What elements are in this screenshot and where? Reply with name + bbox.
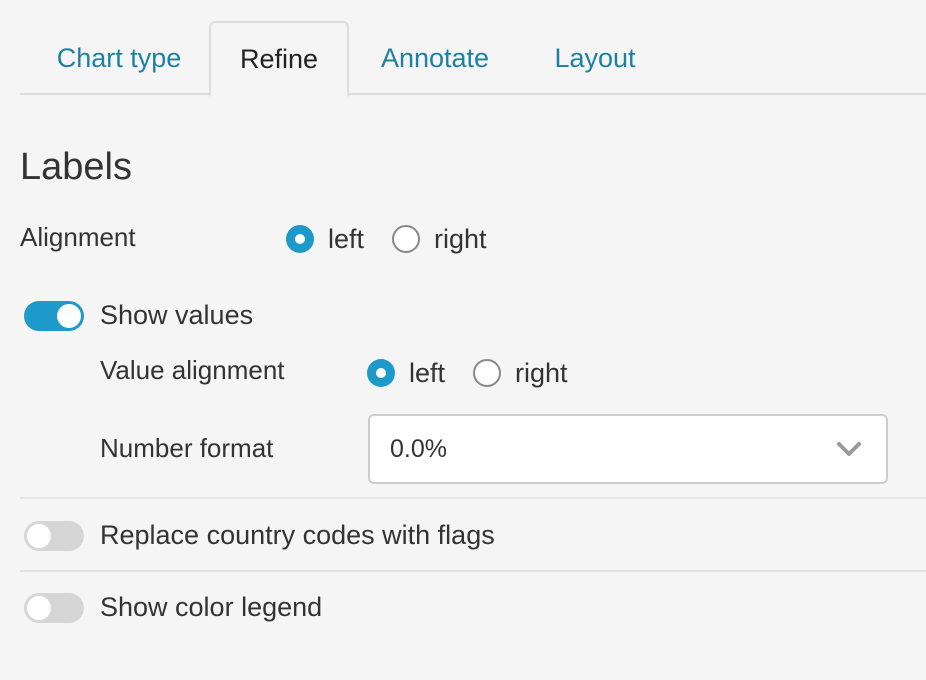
show-values-toggle[interactable] bbox=[24, 301, 84, 331]
tab-bar: Chart type Refine Annotate Layout bbox=[20, 21, 926, 97]
value-alignment-option-right-label: right bbox=[515, 358, 568, 388]
toggle-knob bbox=[57, 304, 81, 328]
chevron-down-icon bbox=[837, 442, 861, 456]
show-values-label: Show values bbox=[100, 300, 254, 330]
value-alignment-label: Value alignment bbox=[100, 355, 285, 385]
radio-unchecked-icon[interactable] bbox=[392, 225, 421, 253]
toggle-knob bbox=[27, 596, 51, 620]
alignment-option-right-label: right bbox=[434, 224, 487, 254]
number-format-value: 0.0% bbox=[390, 434, 447, 463]
radio-unchecked-icon[interactable] bbox=[473, 359, 502, 387]
replace-flags-label: Replace country codes with flags bbox=[100, 520, 495, 550]
alignment-option-right[interactable]: right bbox=[392, 224, 487, 254]
number-format-select[interactable]: 0.0% bbox=[368, 414, 888, 484]
radio-checked-icon[interactable] bbox=[367, 359, 395, 387]
color-legend-toggle[interactable] bbox=[24, 593, 84, 623]
divider bbox=[20, 570, 926, 572]
radio-checked-icon[interactable] bbox=[286, 225, 314, 253]
value-alignment-option-left[interactable]: left bbox=[367, 358, 445, 388]
alignment-label: Alignment bbox=[20, 222, 136, 252]
replace-flags-toggle[interactable] bbox=[24, 521, 84, 551]
value-alignment-option-right[interactable]: right bbox=[473, 358, 568, 388]
value-alignment-radio-group: left right bbox=[367, 358, 596, 388]
divider bbox=[20, 497, 926, 499]
section-title: Labels bbox=[20, 146, 132, 188]
toggle-knob bbox=[27, 524, 51, 548]
tab-layout[interactable]: Layout bbox=[530, 21, 660, 95]
refine-panel: Chart type Refine Annotate Layout Labels… bbox=[0, 0, 926, 680]
color-legend-label: Show color legend bbox=[100, 592, 323, 622]
tab-annotate[interactable]: Annotate bbox=[360, 21, 510, 95]
value-alignment-option-left-label: left bbox=[409, 358, 446, 388]
alignment-radio-group: left right bbox=[286, 224, 515, 254]
number-format-label: Number format bbox=[100, 433, 274, 463]
tab-refine[interactable]: Refine bbox=[209, 21, 349, 97]
alignment-option-left[interactable]: left bbox=[286, 224, 364, 254]
tab-chart-type[interactable]: Chart type bbox=[30, 21, 208, 95]
alignment-option-left-label: left bbox=[328, 224, 365, 254]
